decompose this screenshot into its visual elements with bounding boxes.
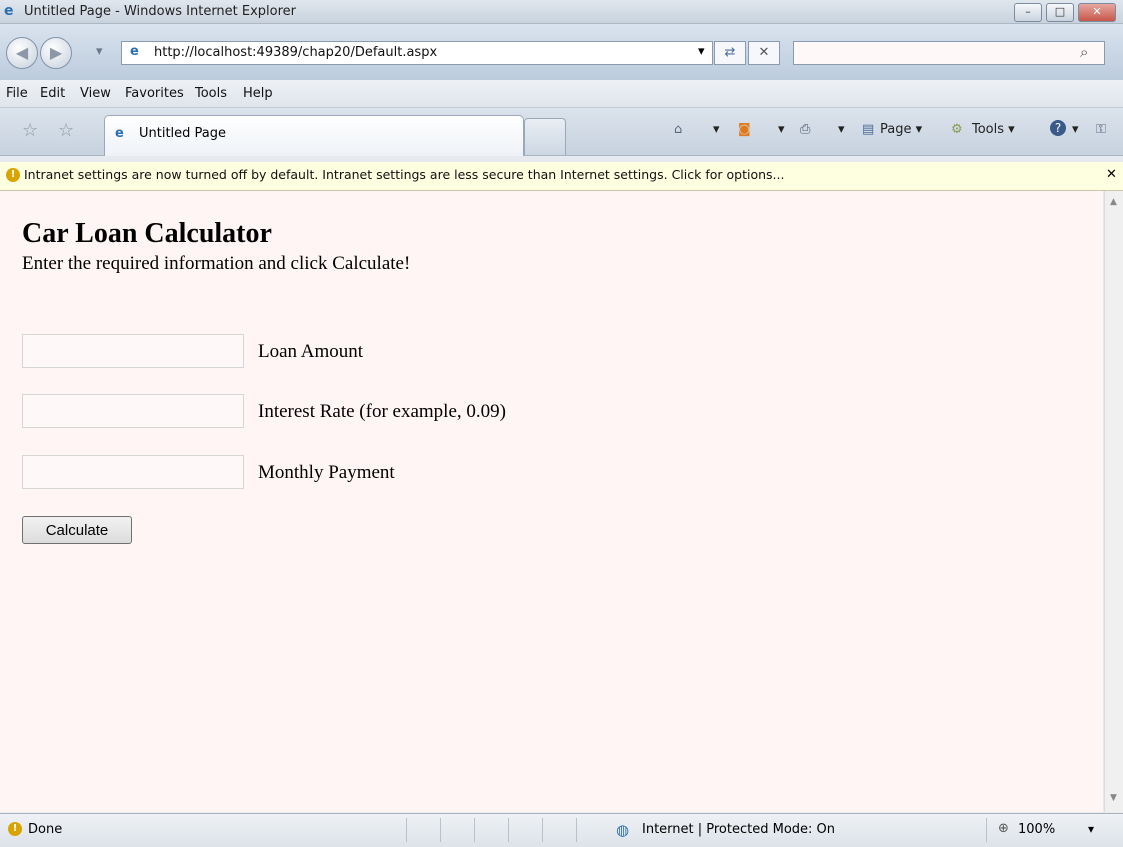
- loan-amount-input[interactable]: [22, 334, 244, 368]
- search-icon[interactable]: ⌕: [1080, 43, 1088, 61]
- print-icon[interactable]: ⎙: [800, 122, 810, 137]
- menu-view[interactable]: View: [80, 86, 111, 101]
- add-favorite-icon[interactable]: ☆: [58, 120, 74, 141]
- monthly-payment-label: Monthly Payment: [258, 462, 395, 483]
- feeds-icon[interactable]: ◙: [738, 122, 751, 137]
- status-divider: [440, 818, 441, 842]
- address-url[interactable]: http://localhost:49389/chap20/Default.as…: [154, 45, 437, 60]
- monthly-payment-input[interactable]: [22, 455, 244, 489]
- new-tab-button[interactable]: [524, 118, 566, 155]
- tab-bar: ☆ ☆ e Untitled Page ⌂ ▾ ◙ ▾ ⎙ ▾ ▤ Page ▾…: [0, 108, 1123, 156]
- internet-globe-icon: ◍: [616, 821, 630, 839]
- maximize-button[interactable]: □: [1046, 3, 1074, 22]
- menu-favorites[interactable]: Favorites: [125, 86, 184, 101]
- page-menu-button[interactable]: Page ▾: [880, 122, 922, 137]
- favorites-star-icon[interactable]: ☆: [22, 120, 38, 141]
- zoom-icon: ⊕: [998, 821, 1009, 836]
- title-bar: e Untitled Page - Windows Internet Explo…: [0, 0, 1123, 24]
- tab-untitled-page[interactable]: e Untitled Page: [104, 115, 524, 156]
- help-dropdown-icon[interactable]: ▾: [1072, 122, 1079, 137]
- interest-rate-label: Interest Rate (for example, 0.09): [258, 401, 506, 422]
- tools-menu-button[interactable]: Tools ▾: [972, 122, 1015, 137]
- page-title: Car Loan Calculator: [22, 218, 272, 249]
- status-divider: [576, 818, 577, 842]
- page-content: Car Loan Calculator Enter the required i…: [0, 191, 1103, 812]
- calculate-button[interactable]: Calculate: [22, 516, 132, 544]
- interest-rate-input[interactable]: [22, 394, 244, 428]
- page-subtitle: Enter the required information and click…: [22, 253, 411, 274]
- zoom-level[interactable]: 100%: [1018, 822, 1055, 837]
- menu-file[interactable]: File: [6, 86, 28, 101]
- print-dropdown-icon[interactable]: ▾: [838, 122, 845, 137]
- ie-logo-icon: e: [4, 3, 14, 19]
- zoom-dropdown-icon[interactable]: ▾: [1088, 822, 1094, 836]
- feeds-dropdown-icon[interactable]: ▾: [778, 122, 785, 137]
- refresh-button[interactable]: ⇄: [714, 41, 746, 65]
- status-divider: [542, 818, 543, 842]
- scroll-down-icon[interactable]: ▼: [1110, 793, 1117, 803]
- address-dropdown-icon[interactable]: ▾: [698, 44, 705, 59]
- stop-button[interactable]: ✕: [748, 41, 780, 65]
- minimize-button[interactable]: –: [1014, 3, 1042, 22]
- menu-help[interactable]: Help: [243, 86, 273, 101]
- help-icon[interactable]: ?: [1050, 120, 1066, 136]
- window-title: Untitled Page - Windows Internet Explore…: [24, 4, 297, 19]
- status-text: Done: [28, 822, 63, 837]
- infobar-message[interactable]: Intranet settings are now turned off by …: [24, 167, 784, 182]
- forward-button[interactable]: ▶: [40, 37, 72, 69]
- home-dropdown-icon[interactable]: ▾: [713, 122, 720, 137]
- menu-tools[interactable]: Tools: [195, 86, 227, 101]
- status-bar: ! Done ◍ Internet | Protected Mode: On ⊕…: [0, 813, 1123, 847]
- status-divider: [508, 818, 509, 842]
- search-input[interactable]: [796, 44, 1070, 62]
- page-menu-icon: ▤: [862, 122, 875, 137]
- research-icon[interactable]: ⚿: [1096, 122, 1106, 137]
- status-shield-icon: !: [8, 822, 22, 836]
- menu-bar: File Edit View Favorites Tools Help: [0, 80, 1123, 108]
- information-bar[interactable]: ! Intranet settings are now turned off b…: [0, 162, 1123, 191]
- vertical-scrollbar[interactable]: ▲ ▼: [1104, 191, 1123, 812]
- status-divider: [406, 818, 407, 842]
- status-divider: [474, 818, 475, 842]
- menu-edit[interactable]: Edit: [40, 86, 65, 101]
- search-box[interactable]: ⌕: [793, 41, 1105, 65]
- security-zone-text[interactable]: Internet | Protected Mode: On: [642, 822, 835, 837]
- history-dropdown-icon[interactable]: ▾: [96, 44, 103, 59]
- navigation-bar: ◀ ▶ ▾ e http://localhost:49389/chap20/De…: [0, 24, 1123, 80]
- back-button[interactable]: ◀: [6, 37, 38, 69]
- scroll-up-icon[interactable]: ▲: [1110, 197, 1117, 207]
- loan-amount-label: Loan Amount: [258, 341, 364, 362]
- tab-page-icon: e: [115, 126, 124, 141]
- status-divider: [986, 818, 987, 842]
- tools-gear-icon: ⚙: [951, 122, 963, 137]
- close-button[interactable]: ✕: [1078, 3, 1116, 22]
- page-icon: e: [130, 44, 139, 59]
- tab-label: Untitled Page: [139, 126, 227, 141]
- address-bar[interactable]: e http://localhost:49389/chap20/Default.…: [121, 41, 713, 65]
- home-icon[interactable]: ⌂: [674, 122, 682, 137]
- shield-warning-icon: !: [6, 168, 20, 182]
- infobar-close-icon[interactable]: ✕: [1106, 167, 1117, 182]
